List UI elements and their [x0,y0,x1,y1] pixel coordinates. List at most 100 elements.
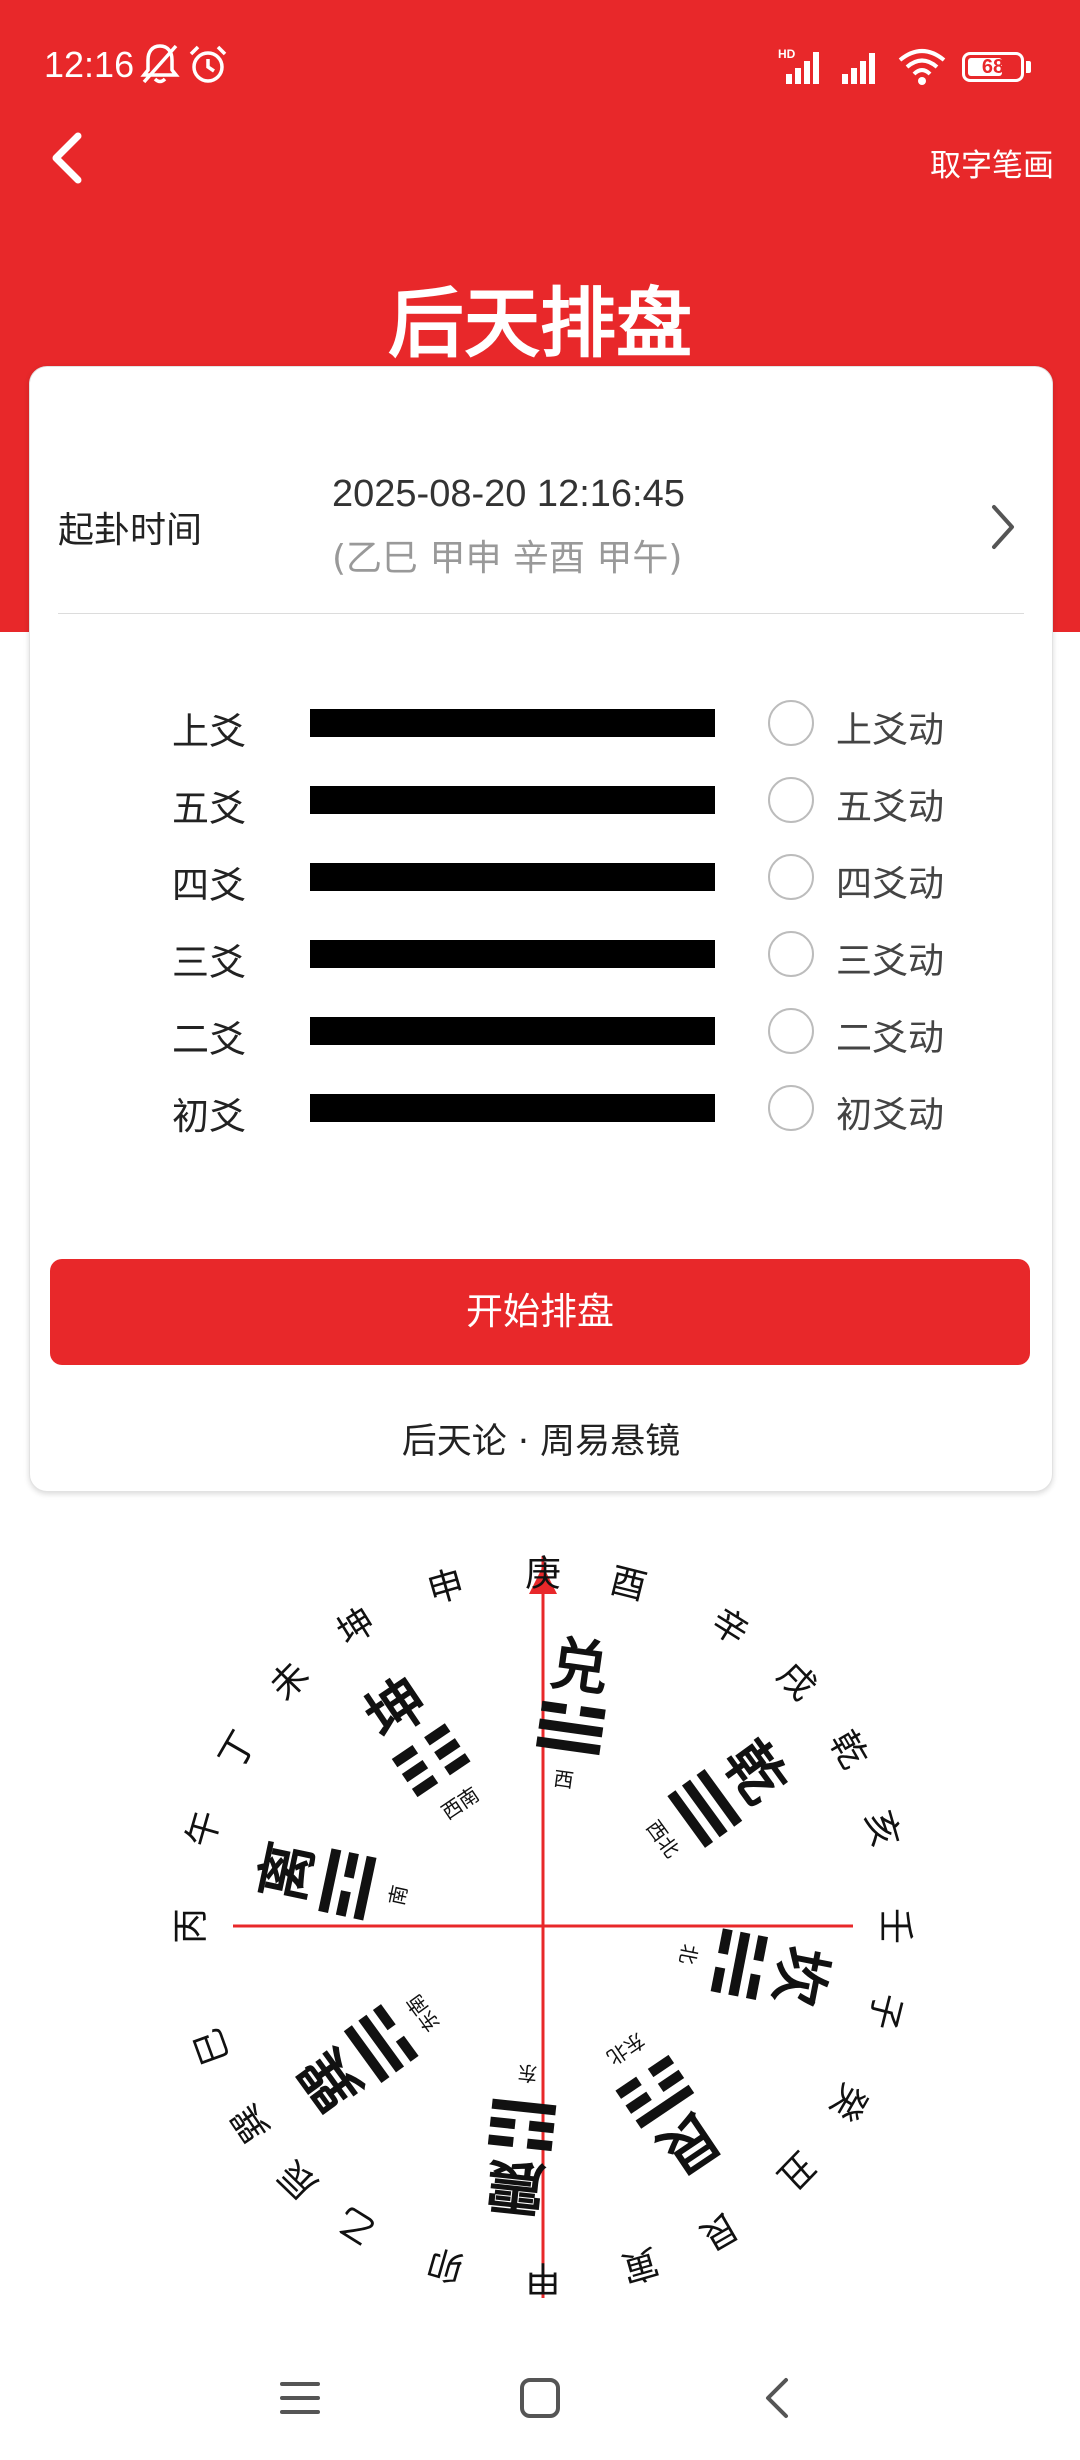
main-card: 起卦时间 2025-08-20 12:16:45 (乙巳 甲申 辛酉 甲午) 上… [29,366,1053,1492]
trigram-line-broken [395,2035,419,2062]
direction-label: 西南 [437,1782,484,1824]
direction-label: 东 [516,2060,538,2086]
trigram-name: 兑 [546,1629,613,1704]
stem-branch-label: 辰 [271,2152,325,2207]
battery-tip [1026,61,1031,73]
trigram-line-broken [647,2054,675,2078]
stem-branch-label: 巽 [224,2096,278,2149]
start-divination-button[interactable]: 开始排盘 [50,1259,1030,1365]
yao-move-radio[interactable] [768,700,814,746]
trigram-line-solid [358,2014,405,2073]
yao-move-radio[interactable] [768,854,814,900]
direction-label: 西 [552,1766,575,1793]
back-button[interactable] [38,120,102,200]
svg-text:HD: HD [778,47,796,61]
yao-label: 上爻 [172,710,246,753]
stem-branch-label: 申 [423,1563,469,1612]
trigram-line-broken [615,2076,642,2099]
trigram-line-broken [718,1928,733,1955]
stem-branch-label: 酉 [606,1560,651,1608]
hd-signal-icon: HD [778,47,819,84]
stem-branch-label: 丑 [769,2143,824,2197]
stem-branch-label: 子 [860,1989,908,2034]
trigram-line-solid [353,1855,377,1921]
bell-off-icon [140,44,180,84]
yao-move-label[interactable]: 四爻动 [836,855,944,907]
direction-label: 东南 [402,1990,445,2036]
yao-label: 三爻 [172,941,246,984]
stem-branch-label: 甲 [525,2258,561,2299]
home-square-icon[interactable] [510,2368,570,2428]
yao-move-label[interactable]: 上爻动 [836,701,944,753]
yao-move-label[interactable]: 二爻动 [836,1009,944,1061]
menu-icon[interactable] [270,2368,330,2428]
stem-branch-label: 巳 [187,2022,238,2070]
stem-branch-label: 庚 [525,1554,561,1595]
yao-label: 初爻 [172,1095,246,1138]
stem-branch-label: 丙 [171,1908,212,1944]
trigram-line-broken [411,1774,439,1798]
trigram-symbol [535,1700,606,1756]
divider [58,613,1024,614]
ganzhi-text: (乙巳 甲申 辛酉 甲午) [332,538,683,579]
yao-move-radio[interactable] [768,931,814,977]
direction-label: 南 [384,1883,412,1908]
trigram-line-broken [487,2134,514,2148]
wifi-icon [898,49,946,85]
yao-move-radio[interactable] [768,1085,814,1131]
yao-move-radio[interactable] [768,777,814,823]
yao-label: 四爻 [172,864,246,907]
divination-time-row[interactable]: 起卦时间 2025-08-20 12:16:45 (乙巳 甲申 辛酉 甲午) [30,367,1052,617]
stroke-count-button[interactable]: 取字笔画 [930,140,1054,185]
yao-line-yang [310,709,715,737]
trigram-line-broken [526,2138,553,2152]
bagua-chart: 庚酉辛戌乾亥壬子癸丑艮寅甲卯乙辰巽巳丙午丁未坤申兑西 乾西北坎北艮东北震东巽东南离… [171,1554,916,2299]
trigram-line-broken [444,1753,471,1776]
stem-branch-label: 未 [263,1654,318,1708]
stem-branch-label: 乙 [330,2198,382,2252]
trigram-name: 坎 [761,1941,839,2011]
trigram-line-broken [657,2069,685,2093]
status-bar: 12:16 HD 68 [0,0,1080,130]
yao-label: 五爻 [172,787,246,830]
back-triangle-icon[interactable] [748,2368,808,2428]
trigram-line-broken [528,2120,555,2134]
yao-line-yang [310,1094,715,1122]
trigram-line-broken [710,1966,726,1994]
time-label: 起卦时间 [58,510,203,551]
trigram-line-broken [745,1973,761,2000]
trigram-line-broken [434,1738,461,1761]
trigram-name: 震 [483,2150,548,2224]
direction-label: 北 [675,1942,702,1966]
direction-label: 东北 [602,2028,649,2070]
page-title: 后天排盘 [388,279,692,368]
alarm-icon [189,45,227,83]
yao-label: 二爻 [172,1018,246,1061]
yao-move-label[interactable]: 三爻动 [836,932,944,984]
stem-branch-label: 卯 [423,2240,469,2289]
stem-branch-label: 癸 [821,2076,875,2128]
battery-text: 68 [981,56,1005,78]
trigram-line-broken [372,2004,396,2031]
trigram-line-broken [540,1700,568,1715]
chevron-left-icon [52,132,82,184]
trigram-line-broken [625,2091,652,2114]
trigram-line-broken [343,1852,359,1879]
trigram-line-broken [489,2116,516,2130]
yao-line-yang [310,786,715,814]
trigram-line-solid [681,1779,728,1838]
status-time: 12:16 [44,44,135,85]
stem-branch-label: 壬 [875,1908,916,1944]
battery-icon: 68 [962,52,1024,82]
trigram-line-broken [335,1890,351,1917]
yao-move-label[interactable]: 五爻动 [836,778,944,830]
yao-move-radio[interactable] [768,1008,814,1054]
yao-move-label[interactable]: 初爻动 [836,1086,944,1138]
signal-icon [842,53,875,84]
trigram-symbol [710,1928,769,2000]
stem-branch-label: 丁 [211,1724,265,1776]
trigram-name: 离 [247,1836,326,1907]
stem-branch-label: 艮 [693,2204,745,2258]
stem-branch-label: 亥 [857,1806,906,1852]
chevron-right-icon [992,505,1014,549]
